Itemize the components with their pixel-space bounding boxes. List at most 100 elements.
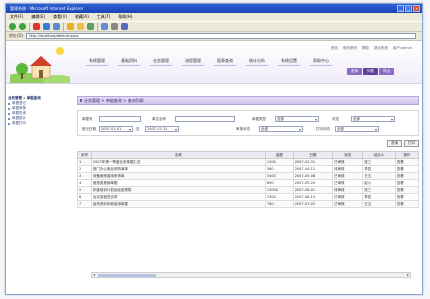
- stop-icon[interactable]: [33, 23, 40, 30]
- cell-status: 已审核: [332, 200, 364, 208]
- sub-nav: 查询 列表 导出: [347, 68, 394, 75]
- cell-amount: 1200: [264, 158, 294, 166]
- close-button[interactable]: ×: [413, 5, 420, 12]
- menu-edit[interactable]: 编辑(E): [31, 13, 45, 21]
- filter-label: 单据类型: [252, 116, 266, 121]
- toolbar-divider: [29, 22, 30, 31]
- app-header: 首页 修改密码 帮助 退出系统 用户:admin 系统管理 基础资料 业务管理 …: [6, 42, 422, 84]
- menu-help[interactable]: 帮助(H): [118, 13, 132, 21]
- sidebar-item-print[interactable]: 单据打印: [8, 121, 70, 126]
- cell-status: 待审核: [332, 165, 364, 173]
- cell-name: 2007年第一季度业务单据汇总: [90, 158, 266, 166]
- scroll-right-icon[interactable]: ▸: [407, 272, 409, 277]
- nav-tab-business[interactable]: 业务管理: [150, 57, 172, 66]
- view-link[interactable]: 查看: [394, 165, 420, 173]
- cell-name: 年度培训计划及经费预算: [90, 186, 266, 194]
- nav-tab-workflow[interactable]: 流程管理: [182, 57, 204, 66]
- cell-amount: 2300: [264, 193, 294, 201]
- window-title: 管理系统 - Microsoft Internet Explorer: [10, 6, 84, 11]
- column-header[interactable]: 金额: [264, 151, 294, 159]
- unit-name-input[interactable]: [175, 116, 235, 122]
- doc-type-select[interactable]: 全部: [275, 116, 319, 122]
- view-link[interactable]: 查看: [394, 158, 420, 166]
- doc-number-input[interactable]: [99, 116, 141, 122]
- history-icon[interactable]: [87, 23, 94, 30]
- view-link[interactable]: 查看: [394, 193, 420, 201]
- table-row[interactable]: 3 设备维修费用申请单 3400 2007-05-08 已审核 王五 查看: [77, 172, 420, 180]
- home-icon[interactable]: [53, 23, 60, 30]
- scroll-left-icon[interactable]: ◂: [93, 272, 95, 277]
- column-header[interactable]: 序号: [77, 151, 92, 159]
- edit-icon[interactable]: [121, 23, 128, 30]
- print-icon[interactable]: [111, 23, 118, 30]
- nav-tab-basic-data[interactable]: 基础资料: [118, 57, 140, 66]
- filter-label: 单据号: [82, 116, 93, 121]
- link-home[interactable]: 首页: [331, 46, 338, 51]
- view-link[interactable]: 查看: [394, 179, 420, 187]
- logo-icon: [10, 47, 70, 83]
- horizontal-scrollbar[interactable]: ◂ ▸: [91, 272, 411, 278]
- cell-date: 2007-05-20: [292, 179, 334, 187]
- forward-icon[interactable]: [19, 23, 26, 30]
- sub-tab-list[interactable]: 列表: [363, 68, 378, 75]
- table-row[interactable]: 4 差旅费报销单据 890 2007-05-20 已审核 赵六 查看: [77, 179, 420, 187]
- sub-tab-export[interactable]: 导出: [379, 68, 394, 75]
- column-header[interactable]: 名称: [90, 151, 266, 159]
- print-button[interactable]: 打印: [404, 140, 419, 147]
- toolbar-divider: [63, 22, 64, 31]
- table-row[interactable]: 1 2007年第一季度业务单据汇总 1200 2007-03-31 已审核 张三…: [77, 158, 420, 166]
- view-link[interactable]: 查看: [394, 172, 420, 180]
- nav-tab-settings[interactable]: 系统设置: [278, 57, 300, 66]
- link-help[interactable]: 帮助: [362, 46, 369, 51]
- column-header[interactable]: 经办人: [362, 151, 396, 159]
- mail-icon[interactable]: [101, 23, 108, 30]
- breadcrumb: 业务管理 > 单据查询 > 查询列表: [77, 96, 419, 105]
- date-to-select[interactable]: 2007-12-31: [145, 126, 179, 132]
- review-status-select[interactable]: 全部: [259, 126, 303, 132]
- cell-name: 设备维修费用申请单: [90, 172, 266, 180]
- maximize-button[interactable]: □: [405, 5, 412, 12]
- nav-tab-reports[interactable]: 报表查询: [214, 57, 236, 66]
- menu-file[interactable]: 文件(F): [10, 13, 23, 21]
- cell-amount: 15000: [264, 186, 294, 194]
- table-row[interactable]: 2 部门办公用品采购清单 560 2007-04-12 待审核 李四 查看: [77, 165, 420, 173]
- table-row[interactable]: 7 宣传资料印刷费用单据 780 2007-07-02 已审核 王五 查看: [77, 200, 420, 208]
- address-input[interactable]: http://localhost/default.aspx: [26, 33, 416, 39]
- toolbar-divider: [97, 22, 98, 31]
- refresh-icon[interactable]: [43, 23, 50, 30]
- filter-label: 单位名称: [152, 116, 166, 121]
- search-icon[interactable]: [67, 23, 74, 30]
- menu-tools[interactable]: 工具(T): [97, 13, 111, 21]
- nav-tab-system[interactable]: 系统管理: [86, 57, 108, 66]
- sub-tab-query[interactable]: 查询: [347, 68, 362, 75]
- favorites-icon[interactable]: [77, 23, 84, 30]
- nav-tab-help-center[interactable]: 帮助中心: [310, 57, 332, 66]
- cell-index: 2: [77, 165, 92, 173]
- cell-amount: 3400: [264, 172, 294, 180]
- back-icon[interactable]: [9, 23, 16, 30]
- link-change-password[interactable]: 修改密码: [343, 46, 357, 51]
- cell-date: 2007-04-12: [292, 165, 334, 173]
- status-select[interactable]: 全部: [351, 116, 395, 122]
- table-row[interactable]: 6 会议室租赁合同 2300 2007-06-15 已审核 李四 查看: [77, 193, 420, 201]
- table-row[interactable]: 5 年度培训计划及经费预算 15000 2007-06-01 待审核 张三 查看: [77, 186, 420, 194]
- link-logout[interactable]: 退出系统: [374, 46, 388, 51]
- nav-tab-statistics[interactable]: 统计分析: [246, 57, 268, 66]
- results-table: 序号 名称 金额 日期 状态 经办人 操作 1 2007年第一季度业务单据汇总 …: [77, 151, 420, 208]
- cell-handler: 李四: [362, 193, 396, 201]
- column-header[interactable]: 操作: [394, 151, 420, 159]
- minimize-button[interactable]: _: [397, 5, 404, 12]
- view-link[interactable]: 查看: [394, 200, 420, 208]
- menu-view[interactable]: 查看(V): [53, 13, 67, 21]
- address-label: 地址(D): [9, 33, 24, 38]
- filter-label: 至: [136, 126, 140, 131]
- print-status-select[interactable]: 全部: [335, 126, 379, 132]
- column-header[interactable]: 日期: [292, 151, 334, 159]
- query-button[interactable]: 查询: [387, 140, 402, 147]
- date-from-select[interactable]: 2007-01-01: [99, 126, 133, 132]
- cell-status: 已审核: [332, 193, 364, 201]
- scroll-thumb[interactable]: [98, 274, 156, 277]
- view-link[interactable]: 查看: [394, 186, 420, 194]
- menu-favorites[interactable]: 收藏(A): [75, 13, 89, 21]
- column-header[interactable]: 状态: [332, 151, 364, 159]
